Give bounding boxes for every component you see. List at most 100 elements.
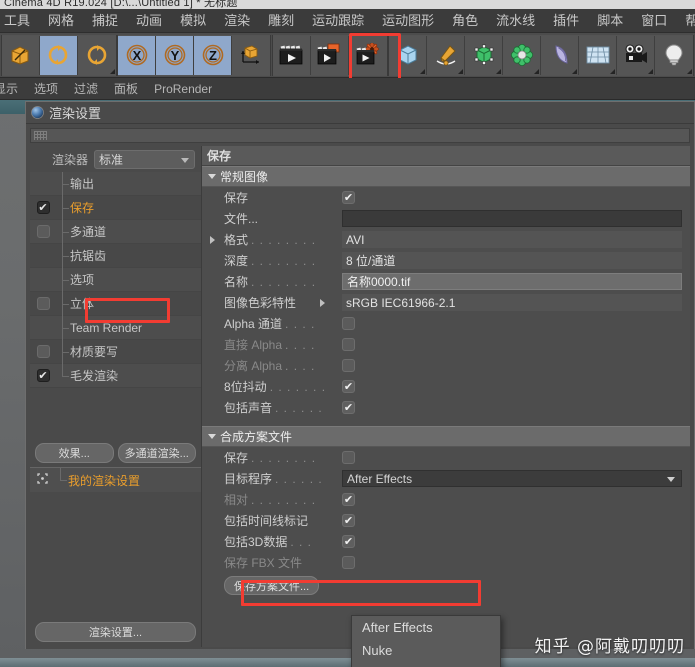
menu-item-10[interactable]: 流水线 bbox=[487, 9, 544, 33]
viewport-menu-item-4[interactable]: ProRender bbox=[146, 78, 220, 100]
dropdown-option-0[interactable]: After Effects bbox=[352, 616, 500, 639]
tree-item-3[interactable]: 抗锯齿 bbox=[30, 243, 201, 268]
flyout-corner-icon[interactable] bbox=[420, 68, 426, 74]
renderer-dropdown[interactable]: 标准 bbox=[94, 149, 195, 169]
menu-item-8[interactable]: 运动图形 bbox=[373, 9, 443, 33]
menu-item-12[interactable]: 脚本 bbox=[588, 9, 632, 33]
viewport-menu-item-1[interactable]: 选项 bbox=[26, 78, 66, 100]
deformer-button[interactable] bbox=[503, 35, 542, 75]
render-settings-button[interactable] bbox=[348, 35, 387, 75]
effects-button[interactable]: 效果... bbox=[35, 443, 114, 463]
tree-item-label: 多通道 bbox=[70, 225, 107, 239]
flyout-corner-icon[interactable] bbox=[496, 68, 502, 74]
dot-leader: . . . . . . . . bbox=[251, 275, 317, 289]
grip-handle-icon[interactable] bbox=[34, 131, 47, 140]
tree-item-checkbox[interactable] bbox=[36, 225, 50, 238]
viewport-menu-item-0[interactable]: 显示 bbox=[0, 78, 26, 100]
world-object-axis-button[interactable] bbox=[232, 35, 271, 75]
dropdown-option-1[interactable]: Nuke bbox=[352, 639, 500, 662]
row-alpha-checkbox[interactable] bbox=[342, 317, 355, 330]
row-depth-value[interactable]: 8 位/通道 bbox=[342, 252, 682, 269]
group-header-regular-image[interactable]: 常规图像 bbox=[202, 166, 690, 187]
x-axis-button[interactable]: X bbox=[118, 35, 157, 75]
menu-item-5[interactable]: 渲染 bbox=[215, 9, 259, 33]
menu-item-7[interactable]: 运动跟踪 bbox=[303, 9, 373, 33]
tree-item-2[interactable]: 多通道 bbox=[30, 219, 201, 244]
row-name-input[interactable]: 名称0000.tif bbox=[342, 273, 682, 290]
flyout-corner-icon[interactable] bbox=[109, 68, 115, 74]
dot-leader: . . . . . . . . bbox=[251, 254, 317, 268]
save-project-file-button[interactable]: 保存方案文件... bbox=[224, 576, 320, 595]
row-color-profile-value[interactable]: sRGB IEC61966-2.1 bbox=[342, 294, 682, 311]
primitive-cube-button[interactable] bbox=[389, 35, 428, 75]
row-timeline-checkbox[interactable] bbox=[342, 514, 355, 527]
z-axis-button[interactable]: Z bbox=[194, 35, 233, 75]
row-target-dropdown[interactable]: After Effects bbox=[342, 470, 682, 487]
row-separate-alpha-checkbox[interactable] bbox=[342, 359, 355, 372]
row-sound-checkbox[interactable] bbox=[342, 401, 355, 414]
flyout-corner-icon[interactable] bbox=[534, 68, 540, 74]
menu-item-3[interactable]: 动画 bbox=[127, 9, 171, 33]
multipass-render-button[interactable]: 多通道渲染... bbox=[117, 443, 196, 463]
render-region-button[interactable] bbox=[310, 35, 349, 75]
flyout-corner-icon[interactable] bbox=[458, 68, 464, 74]
menu-item-4[interactable]: 模拟 bbox=[171, 9, 215, 33]
menu-item-13[interactable]: 窗口 bbox=[632, 9, 676, 33]
tree-item-5[interactable]: 立体 bbox=[30, 291, 201, 316]
expand-arrow-icon[interactable] bbox=[210, 236, 215, 244]
y-axis-button[interactable]: Y bbox=[156, 35, 195, 75]
render-settings-button[interactable]: 渲染设置... bbox=[35, 622, 196, 642]
viewport-menu-item-3[interactable]: 面板 bbox=[106, 78, 146, 100]
flyout-corner-icon[interactable] bbox=[648, 68, 654, 74]
tree-item-4[interactable]: 选项 bbox=[30, 267, 201, 292]
scene-floor-button[interactable] bbox=[579, 35, 618, 75]
menu-item-2[interactable]: 捕捉 bbox=[83, 9, 127, 33]
dropdown-option-2[interactable]: Motion bbox=[352, 662, 500, 667]
flyout-corner-icon[interactable] bbox=[610, 68, 616, 74]
spline-pen-button[interactable] bbox=[427, 35, 466, 75]
tree-item-8[interactable]: 毛发渲染 bbox=[30, 363, 201, 388]
tree-item-checkbox[interactable] bbox=[36, 201, 50, 214]
menu-item-14[interactable]: 帮助 bbox=[676, 9, 695, 33]
tree-item-0[interactable]: 输出 bbox=[30, 172, 201, 196]
dialog-panes: 渲染器 标准 输出保存多通道抗锯齿选项立体Team Render材质要写毛发渲染… bbox=[30, 146, 690, 647]
group-header-composite-file[interactable]: 合成方案文件 bbox=[202, 426, 690, 447]
tree-item-1[interactable]: 保存 bbox=[30, 195, 201, 220]
target-application-dropdown-list: After EffectsNukeMotionDigital Fusion bbox=[351, 615, 501, 667]
menu-item-1[interactable]: 网格 bbox=[39, 9, 83, 33]
row-target-labelwrap: 目标程序 . . . . . . bbox=[224, 470, 342, 487]
row-dither-checkbox[interactable] bbox=[342, 380, 355, 393]
dialog-grip-bar[interactable] bbox=[30, 128, 690, 143]
menu-item-0[interactable]: 工具 bbox=[0, 9, 39, 33]
menu-item-9[interactable]: 角色 bbox=[443, 9, 487, 33]
axis-modify-button[interactable] bbox=[1, 35, 40, 75]
generator-button[interactable] bbox=[465, 35, 504, 75]
flyout-corner-icon[interactable] bbox=[687, 68, 693, 74]
row-3ddata-checkbox[interactable] bbox=[342, 535, 355, 548]
rotate-button[interactable] bbox=[39, 35, 78, 75]
row-fbx-checkbox[interactable] bbox=[342, 556, 355, 569]
tree-item-checkbox[interactable] bbox=[36, 345, 50, 358]
menu-item-11[interactable]: 插件 bbox=[544, 9, 588, 33]
tree-item-checkbox[interactable] bbox=[36, 369, 50, 382]
viewport-menu-item-2[interactable]: 过滤 bbox=[66, 78, 106, 100]
camera-button[interactable] bbox=[617, 35, 656, 75]
preset-item-my-render-settings[interactable]: 我的渲染设置 bbox=[30, 468, 201, 492]
light-button[interactable] bbox=[655, 35, 694, 75]
tree-item-checkbox[interactable] bbox=[36, 297, 50, 310]
row-relative-checkbox[interactable] bbox=[342, 493, 355, 506]
menu-item-6[interactable]: 雕刻 bbox=[259, 9, 303, 33]
tree-item-6[interactable]: Team Render bbox=[30, 315, 201, 340]
flyout-corner-icon[interactable] bbox=[572, 68, 578, 74]
row-color-profile: 图像色彩特性 sRGB IEC61966-2.1 bbox=[202, 292, 690, 313]
environment-button[interactable] bbox=[541, 35, 580, 75]
rotate-alt-button[interactable] bbox=[77, 35, 116, 75]
render-view-button[interactable] bbox=[272, 35, 311, 75]
row-file-input[interactable] bbox=[342, 210, 682, 227]
row-format-value[interactable]: AVI bbox=[342, 231, 682, 248]
row-composite-save-checkbox[interactable] bbox=[342, 451, 355, 464]
row-save-checkbox[interactable] bbox=[342, 191, 355, 204]
expand-arrow-icon[interactable] bbox=[320, 299, 325, 307]
row-straight-alpha-checkbox[interactable] bbox=[342, 338, 355, 351]
tree-item-7[interactable]: 材质要写 bbox=[30, 339, 201, 364]
